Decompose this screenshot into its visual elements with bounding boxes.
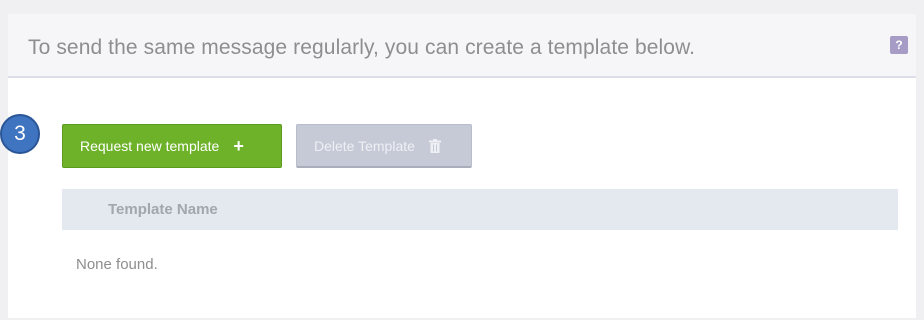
step-number-badge: 3 bbox=[0, 114, 40, 154]
header-instruction: To send the same message regularly, you … bbox=[28, 36, 696, 59]
request-button-label: Request new template bbox=[80, 138, 220, 154]
delete-template-button[interactable]: Delete Template bbox=[296, 124, 472, 168]
plus-icon: + bbox=[233, 136, 244, 156]
trash-icon bbox=[428, 138, 441, 153]
template-panel: To send the same message regularly, you … bbox=[8, 14, 916, 318]
empty-state-message: None found. bbox=[76, 256, 158, 273]
help-icon[interactable]: ? bbox=[890, 36, 908, 54]
table-header: Template Name bbox=[62, 189, 898, 230]
panel-header: To send the same message regularly, you … bbox=[8, 14, 916, 78]
request-new-template-button[interactable]: Request new template + bbox=[62, 124, 282, 168]
delete-button-label: Delete Template bbox=[314, 137, 415, 154]
column-header-template-name[interactable]: Template Name bbox=[108, 201, 218, 218]
